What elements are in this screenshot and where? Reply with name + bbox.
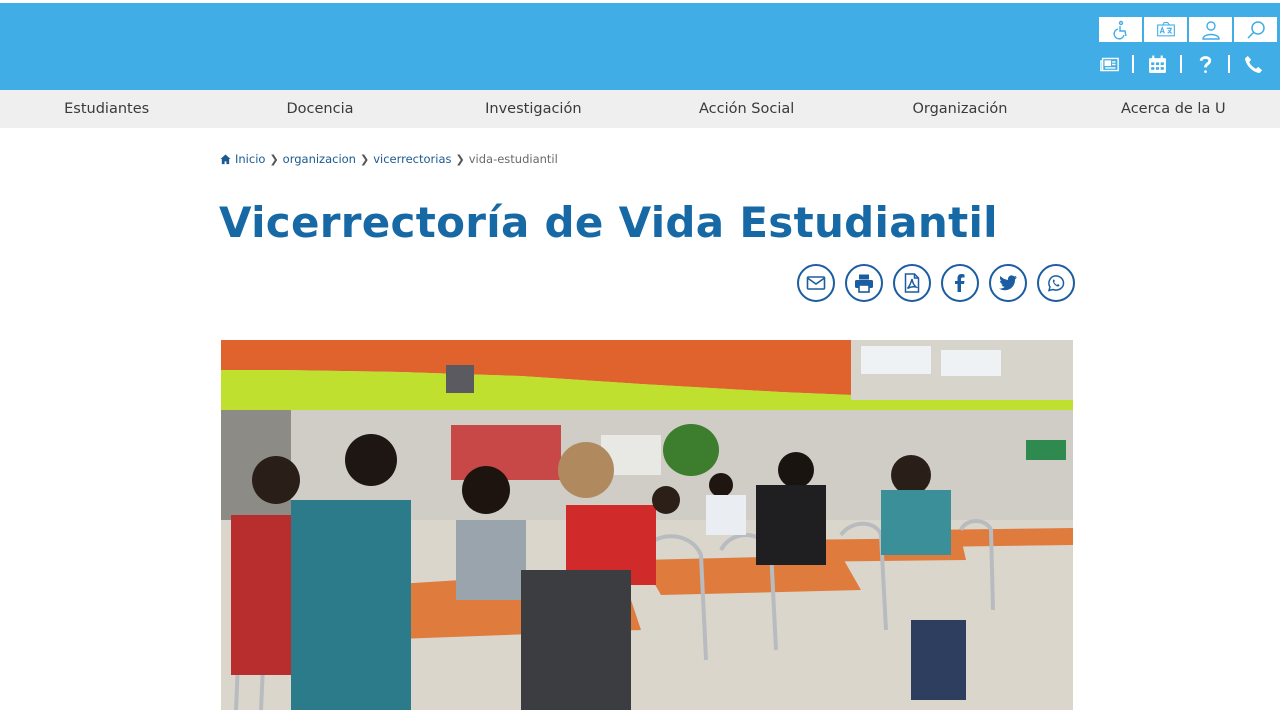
email-icon: [806, 276, 826, 290]
help-icon[interactable]: [1192, 53, 1218, 75]
newspaper-icon[interactable]: [1096, 53, 1122, 75]
nav-item-estudiantes[interactable]: Estudiantes: [0, 101, 213, 117]
chevron-right-icon: ❯: [269, 152, 279, 166]
whatsapp-icon: [1047, 275, 1065, 292]
breadcrumb-organizacion-link[interactable]: organizacion: [283, 152, 356, 166]
whatsapp-share-button[interactable]: [1037, 264, 1075, 302]
nav-item-acerca-de-la-u[interactable]: Acerca de la U: [1067, 101, 1280, 117]
home-icon: [220, 153, 231, 165]
twitter-icon: [999, 275, 1017, 291]
breadcrumb-vicerrectorias-link[interactable]: vicerrectorias: [373, 152, 451, 166]
email-share-button[interactable]: [797, 264, 835, 302]
utility-divider: [1228, 55, 1230, 73]
main-nav: Estudiantes Docencia Investigación Acció…: [0, 90, 1280, 128]
pdf-button[interactable]: [893, 264, 931, 302]
utility-divider: [1180, 55, 1182, 73]
chevron-right-icon: ❯: [455, 152, 465, 166]
print-button[interactable]: [845, 264, 883, 302]
print-icon: [855, 274, 873, 293]
nav-item-organizacion[interactable]: Organización: [853, 101, 1066, 117]
search-icon[interactable]: [1234, 17, 1277, 42]
breadcrumb-home-link[interactable]: Inicio: [235, 152, 265, 166]
calendar-icon[interactable]: [1144, 53, 1170, 75]
utility-toolbar-top: [1097, 17, 1277, 42]
facebook-share-button[interactable]: [941, 264, 979, 302]
nav-item-investigacion[interactable]: Investigación: [427, 101, 640, 117]
twitter-share-button[interactable]: [989, 264, 1027, 302]
page-title: Vicerrectoría de Vida Estudiantil: [219, 198, 998, 247]
nav-item-docencia[interactable]: Docencia: [213, 101, 426, 117]
chevron-right-icon: ❯: [359, 152, 370, 166]
hero-image-cafeteria: [221, 340, 1073, 710]
breadcrumb: Inicio ❯ organizacion ❯ vicerrectorias ❯…: [220, 152, 558, 166]
pdf-icon: [904, 273, 920, 293]
facebook-icon: [955, 274, 965, 292]
user-icon[interactable]: [1189, 17, 1232, 42]
translate-icon[interactable]: [1144, 17, 1187, 42]
nav-item-accion-social[interactable]: Acción Social: [640, 101, 853, 117]
share-toolbar: [797, 264, 1075, 302]
utility-divider: [1132, 55, 1134, 73]
accessibility-icon[interactable]: [1099, 17, 1142, 42]
breadcrumb-current: vida-estudiantil: [468, 152, 558, 166]
utility-toolbar-bottom: [1096, 53, 1266, 75]
top-header-bar: [0, 3, 1280, 90]
phone-icon[interactable]: [1240, 53, 1266, 75]
